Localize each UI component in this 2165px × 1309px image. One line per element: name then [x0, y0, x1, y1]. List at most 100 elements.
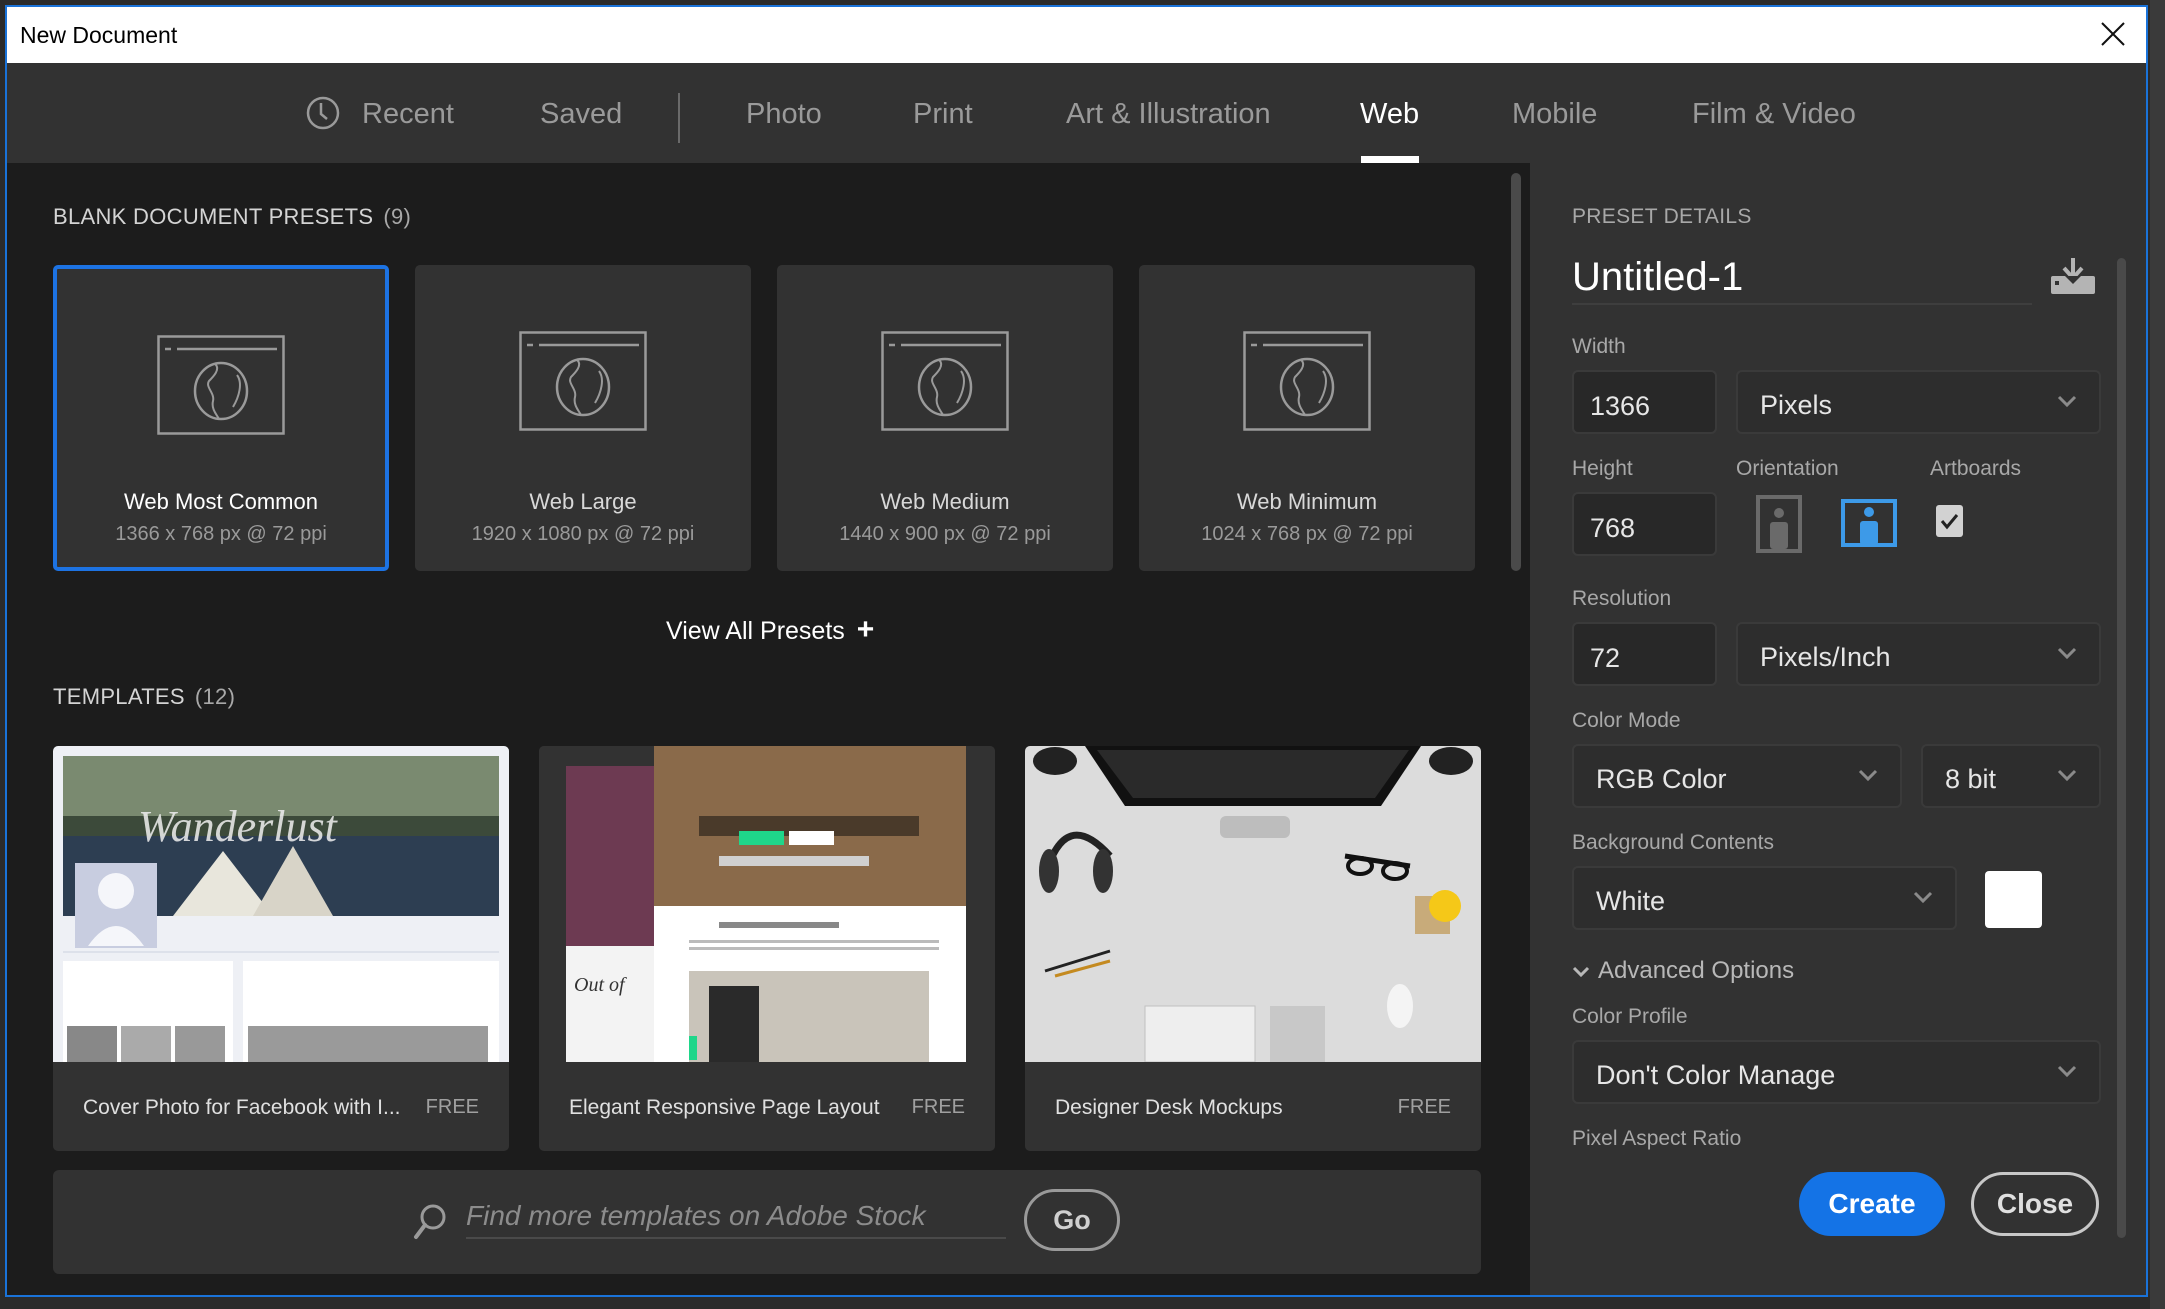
pixel-aspect-ratio-label: Pixel Aspect Ratio: [1572, 1127, 1742, 1150]
templates-heading-text: TEMPLATES: [53, 684, 185, 709]
presets-heading-text: BLANK DOCUMENT PRESETS: [53, 204, 374, 229]
preset-card-web-most-common[interactable]: Web Most Common 1366 x 768 px @ 72 ppi: [53, 265, 389, 571]
template-card-elegant-page-layout[interactable]: Out of Elegant Responsive Page Layout FR…: [539, 746, 995, 1151]
template-card-designer-desk-mockups[interactable]: Designer Desk Mockups FREE: [1025, 746, 1481, 1151]
tab-film-video[interactable]: Film & Video: [1692, 98, 1856, 131]
tab-separator: [678, 93, 680, 143]
resolution-unit-value: Pixels/Inch: [1760, 642, 1891, 672]
go-button[interactable]: Go: [1024, 1189, 1120, 1251]
tab-web[interactable]: Web: [1360, 98, 1419, 131]
bit-depth-select[interactable]: 8 bit: [1921, 744, 2101, 808]
presets-count: (9): [383, 204, 412, 229]
preset-dimensions: 1920 x 1080 px @ 72 ppi: [471, 523, 695, 545]
tab-recent[interactable]: Recent: [362, 98, 454, 131]
template-price: FREE: [425, 1096, 479, 1118]
artboards-label: Artboards: [1930, 457, 2022, 480]
preset-name: Web Minimum: [1236, 489, 1378, 514]
view-all-presets-button[interactable]: View All Presets +: [666, 613, 874, 647]
svg-text:Out of: Out of: [574, 974, 627, 996]
chevron-down-icon: [1913, 891, 1933, 904]
color-profile-label: Color Profile: [1572, 1005, 1688, 1028]
save-preset-icon[interactable]: [2051, 258, 2095, 294]
color-mode-select[interactable]: RGB Color: [1572, 744, 1902, 808]
document-name-field[interactable]: Untitled-1: [1572, 255, 2032, 305]
template-card-facebook-cover[interactable]: Wanderlust Cover Photo for Facebook with…: [53, 746, 509, 1151]
preset-details-heading: PRESET DETAILS: [1572, 205, 1752, 228]
color-profile-value: Don't Color Manage: [1596, 1060, 1836, 1090]
chevron-down-icon: [1572, 966, 1590, 977]
templates-heading: TEMPLATES (12): [53, 684, 235, 710]
height-label: Height: [1572, 457, 1633, 480]
artboards-checkbox[interactable]: [1936, 505, 1963, 537]
template-name: Designer Desk Mockups: [1055, 1096, 1283, 1119]
chevron-down-icon: [2057, 1065, 2077, 1078]
color-profile-select[interactable]: Don't Color Manage: [1572, 1040, 2101, 1104]
width-label: Width: [1572, 335, 1626, 358]
preset-dimensions: 1024 x 768 px @ 72 ppi: [1201, 523, 1413, 545]
resolution-input[interactable]: 72: [1572, 622, 1717, 686]
preset-name: Web Medium: [880, 489, 1010, 514]
search-icon: [414, 1204, 446, 1239]
category-tabs: Recent Saved Photo Print Art & Illustrat…: [7, 63, 2146, 163]
tab-saved[interactable]: Saved: [540, 98, 622, 131]
web-globe-icon: [881, 331, 1009, 431]
web-globe-icon: [1243, 331, 1371, 431]
template-name: Cover Photo for Facebook with I...: [83, 1096, 401, 1119]
tab-mobile[interactable]: Mobile: [1512, 98, 1597, 131]
background-contents-select[interactable]: White: [1572, 866, 1957, 930]
advanced-options-toggle[interactable]: Advanced Options: [1572, 957, 1794, 985]
template-thumbnail: [1025, 746, 1481, 1062]
color-mode-value: RGB Color: [1596, 764, 1727, 794]
chevron-down-icon: [2057, 769, 2077, 782]
tab-art-illustration[interactable]: Art & Illustration: [1066, 98, 1271, 131]
color-mode-label: Color Mode: [1572, 709, 1681, 732]
web-globe-icon: [157, 335, 285, 435]
presets-heading: BLANK DOCUMENT PRESETS (9): [53, 204, 411, 230]
active-tab-indicator: [1361, 156, 1419, 163]
new-document-dialog: New Document Recent Saved Photo Print Ar…: [5, 5, 2148, 1297]
clock-icon: [306, 96, 340, 130]
svg-text:Wanderlust: Wanderlust: [138, 802, 339, 851]
template-thumbnail: Wanderlust: [53, 746, 509, 1062]
details-scrollbar[interactable]: [2117, 258, 2126, 1238]
preset-card-web-large[interactable]: Web Large 1920 x 1080 px @ 72 ppi: [415, 265, 751, 571]
width-unit-value: Pixels: [1760, 390, 1833, 420]
title-bar: New Document: [7, 7, 2146, 63]
dialog-title: New Document: [20, 22, 178, 48]
chevron-down-icon: [2057, 647, 2077, 660]
presets-panel: BLANK DOCUMENT PRESETS (9) Web Most Commo…: [7, 163, 1530, 1295]
checkmark-icon: [1940, 514, 1959, 530]
orientation-label: Orientation: [1736, 457, 1839, 480]
background-color-swatch[interactable]: [1985, 871, 2042, 928]
close-button[interactable]: Close: [1971, 1172, 2099, 1236]
chevron-down-icon: [1858, 769, 1878, 782]
width-input[interactable]: 1366: [1572, 370, 1717, 434]
preset-card-web-minimum[interactable]: Web Minimum 1024 x 768 px @ 72 ppi: [1139, 265, 1475, 571]
preset-dimensions: 1440 x 900 px @ 72 ppi: [839, 523, 1051, 545]
adobe-stock-search-bar: Go: [53, 1170, 1481, 1274]
resolution-label: Resolution: [1572, 587, 1672, 610]
create-button[interactable]: Create: [1799, 1172, 1945, 1236]
height-input[interactable]: 768: [1572, 492, 1717, 556]
web-globe-icon: [519, 331, 647, 431]
template-name: Elegant Responsive Page Layout: [569, 1096, 880, 1119]
resolution-unit-select[interactable]: Pixels/Inch: [1736, 622, 2101, 686]
close-icon[interactable]: [2098, 19, 2128, 49]
preset-details-panel: PRESET DETAILS Untitled-1 Width 1366 Pix…: [1530, 163, 2146, 1295]
landscape-orientation-icon[interactable]: [1841, 499, 1897, 547]
advanced-options-label: Advanced Options: [1598, 957, 1795, 984]
width-unit-select[interactable]: Pixels: [1736, 370, 2101, 434]
preset-dimensions: 1366 x 768 px @ 72 ppi: [115, 523, 327, 545]
templates-count: (12): [194, 684, 236, 709]
preset-name: Web Large: [529, 489, 637, 514]
stock-search-input[interactable]: [466, 1195, 1006, 1239]
template-price: FREE: [1397, 1096, 1451, 1118]
preset-name: Web Most Common: [124, 489, 318, 514]
portrait-orientation-icon[interactable]: [1756, 495, 1802, 553]
plus-icon: +: [856, 613, 875, 646]
tab-print[interactable]: Print: [913, 98, 973, 131]
view-all-presets-label: View All Presets: [666, 617, 845, 645]
presets-scrollbar[interactable]: [1511, 173, 1521, 571]
tab-photo[interactable]: Photo: [746, 98, 822, 131]
preset-card-web-medium[interactable]: Web Medium 1440 x 900 px @ 72 ppi: [777, 265, 1113, 571]
